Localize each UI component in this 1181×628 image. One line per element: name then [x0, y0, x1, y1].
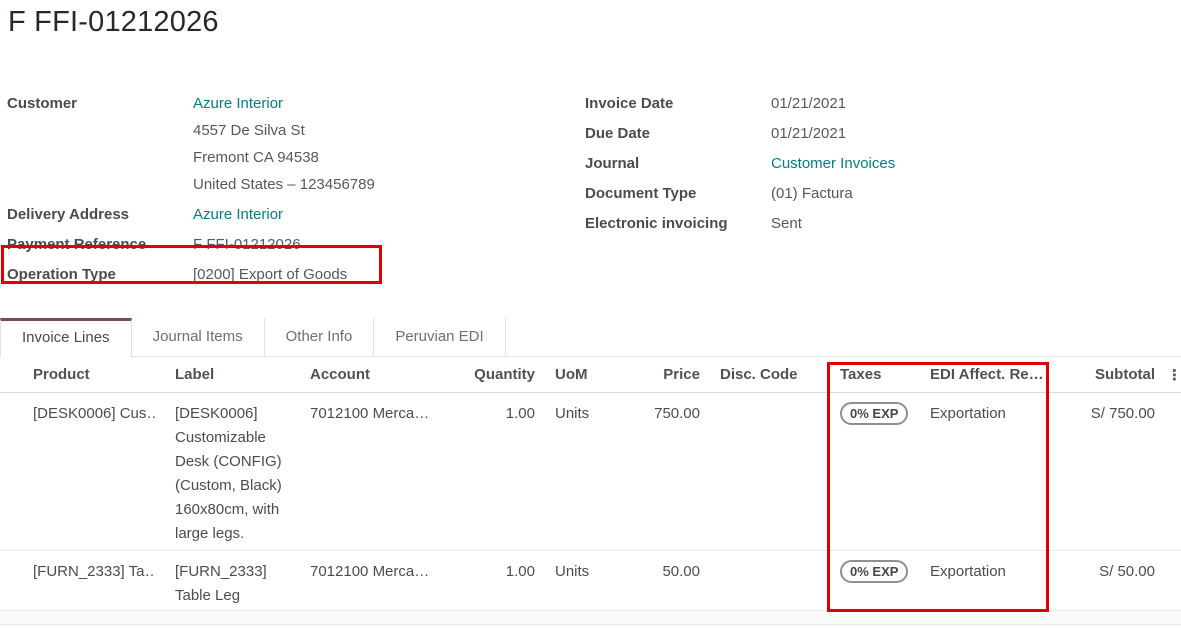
page-title: F FFI-01212026 — [8, 6, 219, 39]
tab-other-info[interactable]: Other Info — [265, 318, 375, 356]
column-header-taxes[interactable]: Taxes — [830, 357, 920, 393]
tab-peruvian-edi[interactable]: Peruvian EDI — [374, 318, 505, 356]
cell-product: [FURN_2333] Ta… — [33, 560, 155, 584]
address-line: United States – 123456789 — [193, 171, 375, 198]
column-header-edi-affect[interactable]: EDI Affect. Re… — [920, 357, 1048, 393]
invoice-form-view: F FFI-01212026 Customer Azure Interior 4… — [0, 0, 1181, 628]
field-invoice-date: Invoice Date 01/21/2021 — [585, 90, 1145, 117]
due-date-value: 01/21/2021 — [771, 120, 846, 147]
field-document-type: Document Type (01) Factura — [585, 180, 1145, 207]
table-row[interactable]: [FURN_2333] Ta… [FURN_2333] Table Leg 70… — [0, 551, 1181, 613]
cell-account: 7012100 Merca… — [310, 560, 450, 584]
invoice-date-value: 01/21/2021 — [771, 90, 846, 117]
document-type-value: (01) Factura — [771, 180, 853, 207]
tab-invoice-lines[interactable]: Invoice Lines — [0, 318, 132, 358]
cell-quantity: 1.00 — [460, 393, 545, 551]
journal-link[interactable]: Customer Invoices — [771, 155, 895, 172]
cell-price: 750.00 — [630, 393, 710, 551]
field-value: Azure Interior 4557 De Silva St Fremont … — [193, 90, 375, 198]
cell-subtotal: S/ 750.00 — [1048, 393, 1165, 551]
tab-journal-items[interactable]: Journal Items — [132, 318, 265, 356]
payment-reference-value: F FFI-01212026 — [193, 231, 301, 258]
empty-row-area — [0, 610, 1181, 628]
column-header-price[interactable]: Price — [630, 357, 710, 393]
field-label: Payment Reference — [7, 231, 193, 258]
cell-uom: Units — [545, 393, 630, 551]
cell-subtotal: S/ 50.00 — [1048, 551, 1165, 613]
column-header-uom[interactable]: UoM — [545, 357, 630, 393]
field-label: Invoice Date — [585, 90, 771, 117]
field-due-date: Due Date 01/21/2021 — [585, 120, 1145, 147]
field-customer: Customer Azure Interior 4557 De Silva St… — [7, 90, 573, 198]
cell-label: [DESK0006] Customizable Desk (CONFIG) (C… — [165, 393, 300, 551]
field-operation-type: Operation Type [0200] Export of Goods — [7, 261, 573, 288]
column-header-product[interactable]: Product — [0, 357, 165, 393]
electronic-invoicing-value: Sent — [771, 210, 802, 237]
cell-uom: Units — [545, 551, 630, 613]
address-line: Fremont CA 94538 — [193, 144, 375, 171]
field-label: Customer — [7, 90, 193, 117]
address-line: 4557 De Silva St — [193, 117, 375, 144]
column-header-label[interactable]: Label — [165, 357, 300, 393]
delivery-address-link[interactable]: Azure Interior — [193, 206, 283, 223]
operation-type-value: [0200] Export of Goods — [193, 261, 347, 288]
cell-product: [DESK0006] Cus… — [33, 402, 155, 426]
tax-badge: 0% EXP — [840, 560, 908, 583]
row-divider — [0, 624, 1181, 625]
field-label: Electronic invoicing — [585, 210, 771, 237]
cell-disc-code — [710, 551, 830, 613]
field-label: Delivery Address — [7, 201, 193, 228]
optional-columns-icon[interactable]: ⋮ — [1165, 357, 1181, 393]
invoice-lines-table: Product Label Account Quantity UoM Price… — [0, 357, 1181, 612]
cell-quantity: 1.00 — [460, 551, 545, 613]
cell-edi-affect: Exportation — [920, 393, 1048, 551]
field-label: Document Type — [585, 180, 771, 207]
customer-link[interactable]: Azure Interior — [193, 90, 375, 117]
notebook-tabbar: Invoice Lines Journal Items Other Info P… — [0, 318, 1181, 357]
cell-account: 7012100 Merca… — [310, 402, 450, 426]
cell-disc-code — [710, 393, 830, 551]
field-label: Due Date — [585, 120, 771, 147]
field-journal: Journal Customer Invoices — [585, 150, 1145, 177]
table-header-row: Product Label Account Quantity UoM Price… — [0, 357, 1181, 393]
tax-badge: 0% EXP — [840, 402, 908, 425]
detail-fields-left: Customer Azure Interior 4557 De Silva St… — [7, 90, 573, 291]
column-header-disc-code[interactable]: Disc. Code — [710, 357, 830, 393]
column-header-subtotal[interactable]: Subtotal — [1048, 357, 1165, 393]
field-label: Operation Type — [7, 261, 193, 288]
table-row[interactable]: [DESK0006] Cus… [DESK0006] Customizable … — [0, 393, 1181, 551]
field-electronic-invoicing: Electronic invoicing Sent — [585, 210, 1145, 237]
field-payment-reference: Payment Reference F FFI-01212026 — [7, 231, 573, 258]
field-delivery-address: Delivery Address Azure Interior — [7, 201, 573, 228]
column-header-quantity[interactable]: Quantity — [460, 357, 545, 393]
detail-fields-right: Invoice Date 01/21/2021 Due Date 01/21/2… — [585, 90, 1145, 240]
cell-label: [FURN_2333] Table Leg — [165, 551, 300, 613]
cell-price: 50.00 — [630, 551, 710, 613]
cell-edi-affect: Exportation — [920, 551, 1048, 613]
column-header-account[interactable]: Account — [300, 357, 460, 393]
field-label: Journal — [585, 150, 771, 177]
